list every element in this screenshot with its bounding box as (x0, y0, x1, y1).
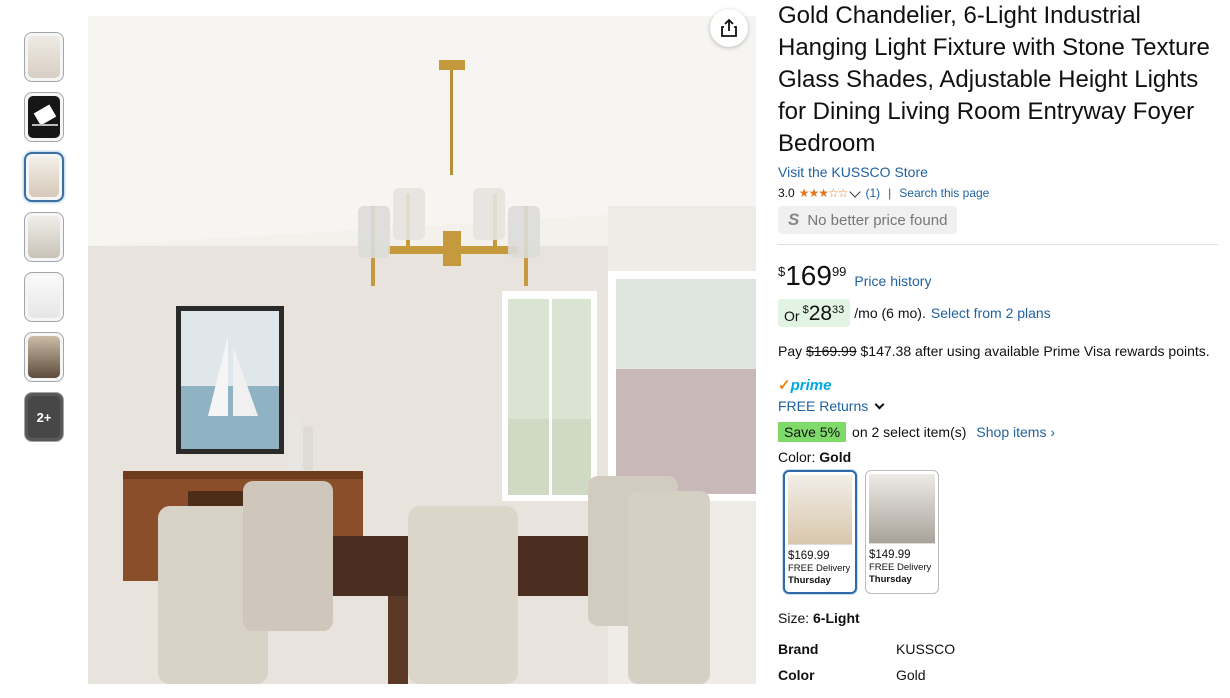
size-label: Size: 6-Light (778, 610, 1220, 626)
main-product-image[interactable] (88, 16, 756, 684)
thumbnail-image (29, 157, 59, 197)
thumbnail-3[interactable] (24, 152, 64, 202)
thumbnail-6[interactable] (24, 332, 64, 382)
coupon-row: Save 5% on 2 select item(s) Shop items › (778, 422, 1220, 442)
swatch-day: Thursday (788, 575, 831, 586)
rating-value: 3.0 (778, 186, 795, 200)
spec-value: Gold (896, 667, 926, 683)
swatch-day: Thursday (869, 574, 912, 585)
thumbnail-image (28, 96, 60, 138)
swatch-black-image (869, 474, 935, 544)
shop-items-link[interactable]: Shop items › (976, 424, 1055, 440)
product-image-illustration (88, 16, 756, 684)
monthly-plan-row: Or $ 28 33 /mo (6 mo). Select from 2 pla… (778, 299, 1220, 327)
size-label-value: 6-Light (813, 610, 860, 626)
thumbnail-image (28, 276, 60, 318)
swatch-price: $149.99 (869, 549, 911, 561)
swatch-black[interactable]: $149.99 FREE Delivery Thursday (865, 470, 939, 594)
swatch-delivery: FREE Delivery (869, 562, 932, 573)
swatch-gold-image (788, 475, 852, 545)
size-label-key: Size: (778, 610, 810, 626)
store-link[interactable]: Visit the KUSSCO Store (778, 162, 1220, 182)
save-badge: Save 5% (778, 422, 847, 442)
search-page-link[interactable]: Search this page (899, 184, 989, 202)
share-button[interactable] (710, 9, 748, 47)
free-returns-link[interactable]: FREE Returns (778, 398, 1220, 414)
swatch-delivery: FREE Delivery (788, 563, 851, 574)
prime-badge: ✓ prime (778, 376, 1220, 395)
price-currency: $ (778, 264, 786, 279)
color-label-value: Gold (819, 449, 852, 465)
visa-rest: after using available Prime Visa rewards… (915, 343, 1210, 359)
visa-old-price: $169.99 (806, 343, 857, 359)
no-better-price-badge[interactable]: S No better price found (778, 206, 958, 234)
chevron-down-icon (874, 399, 885, 409)
star-rating-icon[interactable]: ★★★☆☆ (799, 184, 849, 202)
plan-fraction: 33 (832, 304, 845, 316)
thumbnail-2[interactable] (24, 92, 64, 142)
divider (778, 244, 1218, 245)
price-tracker-icon: S (788, 210, 800, 229)
color-label-key: Color: (778, 449, 816, 465)
spec-key: Color (778, 667, 815, 683)
price-fraction: 99 (831, 264, 847, 279)
thumbnail-more[interactable]: 2+ (24, 392, 64, 442)
thumbnail-5[interactable] (24, 272, 64, 322)
plan-whole: 28 (808, 302, 833, 325)
more-images-label: 2+ (25, 393, 63, 441)
rating-row: 3.0 ★★★☆☆ (1) | Search this page (778, 184, 1220, 202)
prime-logo: prime (790, 376, 832, 394)
chevron-down-icon[interactable] (849, 185, 862, 198)
thumbnail-image (28, 216, 60, 258)
prime-check-icon: ✓ (778, 377, 791, 394)
visa-rewards-text: Pay $169.99 $147.38 after using availabl… (778, 343, 1220, 359)
thumbnail-strip: 2+ (24, 32, 64, 452)
swatch-gold[interactable]: $169.99 FREE Delivery Thursday (783, 470, 857, 594)
price-row: $ 169 99 Price history (778, 261, 1220, 291)
spec-table: Brand KUSSCO Color Gold (778, 641, 1220, 683)
price-history-link[interactable]: Price history (854, 273, 931, 289)
select-plans-link[interactable]: Select from 2 plans (931, 305, 1051, 321)
rating-count-link[interactable]: (1) (865, 184, 880, 202)
visa-pay: Pay (778, 343, 803, 359)
thumbnail-4[interactable] (24, 212, 64, 262)
save-text: on 2 select item(s) (852, 424, 967, 440)
thumbnail-image (28, 336, 60, 378)
plan-or: Or (784, 308, 800, 324)
no-better-price-text: No better price found (807, 211, 948, 229)
visa-new-price: $147.38 (860, 343, 912, 359)
color-label: Color: Gold (778, 449, 1220, 465)
product-title: Gold Chandelier, 6-Light Industrial Hang… (778, 2, 1210, 157)
product-info: Gold Chandelier, 6-Light Industrial Hang… (778, 0, 1220, 683)
spec-key: Brand (778, 641, 819, 657)
price-whole: 169 (785, 260, 832, 291)
monthly-price-box: Or $ 28 33 (778, 299, 851, 327)
plan-term: /mo (6 mo). (854, 305, 926, 321)
free-returns-label: FREE Returns (778, 398, 869, 414)
spec-value: KUSSCO (896, 641, 956, 657)
thumbnail-1[interactable] (24, 32, 64, 82)
share-icon (721, 18, 737, 37)
swatch-price: $169.99 (788, 550, 830, 562)
color-swatches: $169.99 FREE Delivery Thursday $149.99 F… (778, 470, 1220, 594)
thumbnail-image (28, 36, 60, 78)
separator: | (888, 186, 892, 200)
